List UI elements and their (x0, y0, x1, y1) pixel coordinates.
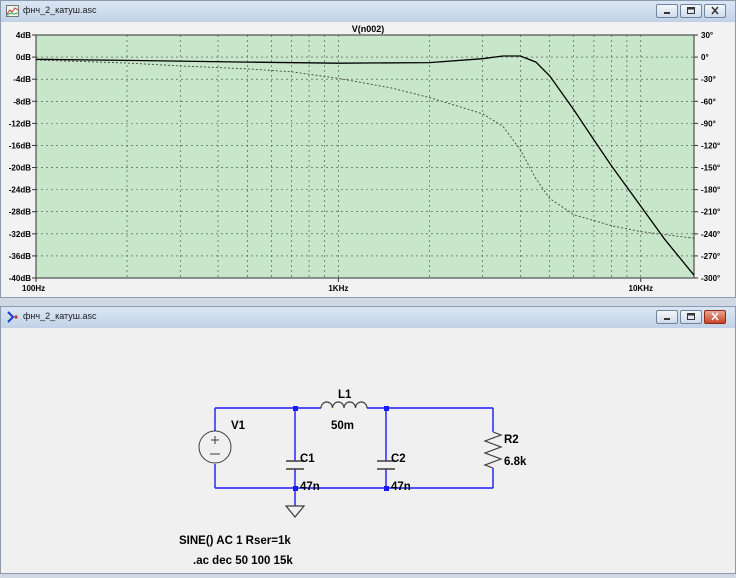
junctions (293, 406, 389, 491)
schematic-window: фнч_2_катуш.asc V1 L1 50m C1 47n C2 47n … (0, 306, 736, 574)
right-tick-label: -120° (701, 141, 720, 150)
junction-dot (384, 406, 389, 411)
right-tick-label: -90° (701, 119, 716, 128)
left-tick-label: -8dB (13, 97, 31, 106)
circuit-schematic[interactable]: V1 L1 50m C1 47n C2 47n R2 6.8k SINE() A… (1, 328, 735, 573)
r2-value: 6.8k (504, 456, 527, 468)
x-axis-ticks: 100Hz 1KHz 10KHz (22, 278, 653, 293)
close-icon (711, 312, 719, 321)
v1-source[interactable] (198, 430, 232, 464)
left-tick-label: -32dB (9, 230, 31, 239)
minimize-icon (664, 12, 670, 14)
c2-label: C2 (391, 453, 406, 465)
plot-window-title: фнч_2_катуш.asc (23, 5, 97, 15)
r2-resistor[interactable] (483, 431, 503, 469)
right-tick-label: -180° (701, 186, 720, 195)
source-directive[interactable]: SINE() AC 1 Rser=1k (179, 535, 291, 547)
left-tick-label: -4dB (13, 75, 31, 84)
left-tick-label: -12dB (9, 119, 31, 128)
schematic-window-title: фнч_2_катуш.asc (23, 311, 97, 321)
junction-dot (384, 486, 389, 491)
plot-window: фнч_2_катуш.asc V(n002) 4dB 0dB -4dB -8dB -1… (0, 0, 736, 298)
v1-label: V1 (231, 420, 246, 432)
ground-symbol (284, 505, 306, 518)
l1-inductor[interactable] (320, 401, 368, 409)
l1-value: 50m (331, 420, 354, 432)
maximize-button[interactable] (680, 310, 702, 324)
schematic-canvas[interactable]: V1 L1 50m C1 47n C2 47n R2 6.8k SINE() A… (1, 328, 735, 573)
c2-value: 47n (391, 481, 411, 493)
right-tick-label: -210° (701, 208, 720, 217)
right-tick-label: -150° (701, 164, 720, 173)
right-tick-label: -270° (701, 252, 720, 261)
x-tick-label: 100Hz (22, 284, 45, 293)
left-tick-label: -28dB (9, 208, 31, 217)
r2-label: R2 (504, 434, 519, 446)
x-tick-label: 1KHz (328, 284, 348, 293)
plot-background (35, 34, 695, 279)
plot-chart-icon (6, 5, 19, 17)
close-icon (711, 6, 719, 15)
close-button[interactable] (704, 310, 726, 324)
left-tick-label: -36dB (9, 252, 31, 261)
maximize-icon (687, 7, 695, 14)
left-tick-label: 0dB (16, 53, 31, 62)
plot-titlebar: фнч_2_катуш.asc (1, 1, 735, 23)
minimize-button[interactable] (656, 4, 678, 18)
analysis-directive[interactable]: .ac dec 50 100 15k (193, 555, 293, 567)
right-tick-label: -60° (701, 97, 716, 106)
minimize-icon (664, 318, 670, 320)
c1-label: C1 (300, 453, 315, 465)
left-tick-label: -20dB (9, 164, 31, 173)
c1-value: 47n (300, 481, 320, 493)
left-tick-label: -24dB (9, 186, 31, 195)
left-tick-label: -16dB (9, 141, 31, 150)
minimize-button[interactable] (656, 310, 678, 324)
junction-dot (293, 406, 298, 411)
maximize-icon (687, 313, 695, 320)
maximize-button[interactable] (680, 4, 702, 18)
junction-dot (293, 486, 298, 491)
schematic-window-controls (656, 310, 726, 324)
bode-plot[interactable]: V(n002) 4dB 0dB -4dB -8dB -12dB -16dB -20dB -24… (1, 22, 735, 297)
plot-area[interactable]: V(n002) 4dB 0dB -4dB -8dB -12dB -16dB -20dB -24… (1, 22, 735, 297)
left-axis-ticks: 4dB 0dB -4dB -8dB -12dB -16dB -20dB -24dB -28dB -… (9, 31, 36, 283)
right-axis-ticks: 30° 0° -30° -60° -90° -120° -150° -180° -210° -24… (694, 31, 720, 283)
right-tick-label: -240° (701, 230, 720, 239)
left-tick-label: -40dB (9, 274, 31, 283)
right-tick-label: -300° (701, 274, 720, 283)
right-tick-label: 30° (701, 31, 713, 40)
chart-title: V(n002) (352, 24, 385, 34)
plot-window-controls (656, 4, 726, 18)
x-tick-label: 10KHz (629, 284, 653, 293)
close-button[interactable] (704, 4, 726, 18)
schematic-titlebar: фнч_2_катуш.asc (1, 307, 735, 329)
right-tick-label: 0° (701, 53, 709, 62)
left-tick-label: 4dB (16, 31, 31, 40)
schematic-icon (7, 311, 18, 323)
right-tick-label: -30° (701, 75, 716, 84)
l1-label: L1 (338, 389, 352, 401)
